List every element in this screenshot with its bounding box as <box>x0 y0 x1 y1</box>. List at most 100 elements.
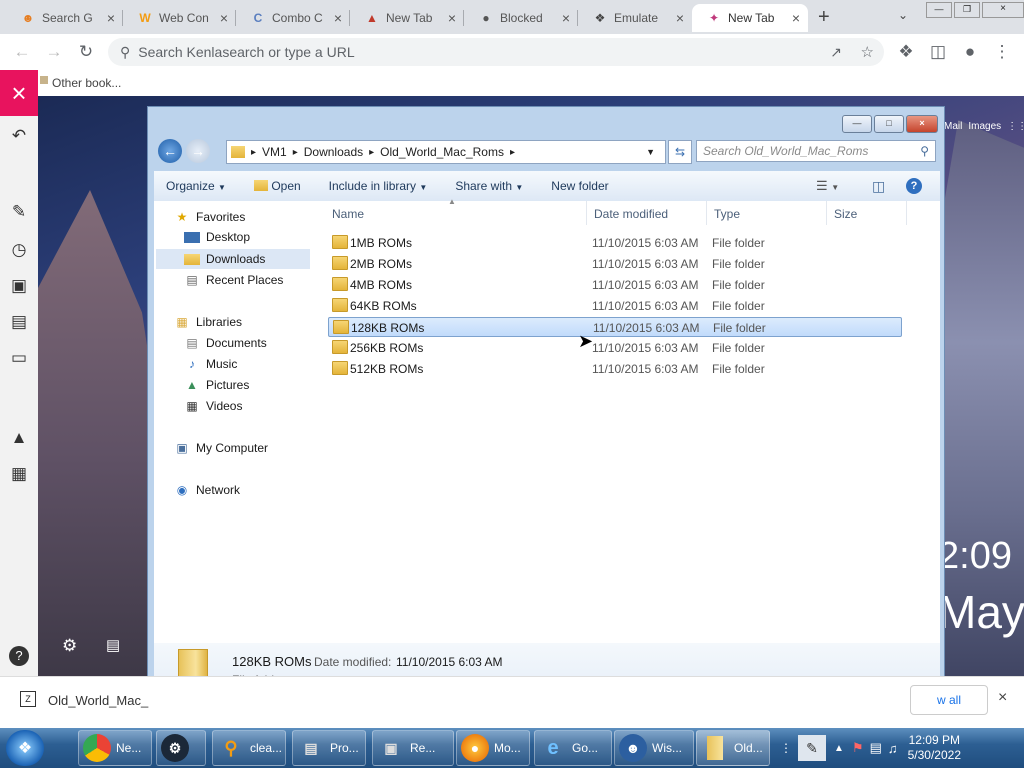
help-icon[interactable]: ? <box>9 646 29 666</box>
taskbar-item[interactable]: ☻ Wis... <box>614 730 694 766</box>
clock-icon[interactable]: ◷ <box>9 240 29 260</box>
film-strip-icon[interactable]: ▦ <box>9 464 29 484</box>
taskbar-item[interactable]: ⚲ clea... <box>212 730 286 766</box>
close-icon[interactable]: × <box>792 10 800 26</box>
settings-gear-icon[interactable]: ⚙ <box>62 636 77 656</box>
star-icon[interactable]: ☆ <box>861 43 874 61</box>
menu-kebab-icon[interactable]: ⋮ <box>992 42 1012 62</box>
taskbar-item[interactable]: ▤ Pro... <box>292 730 366 766</box>
book-icon[interactable]: ▤ <box>9 312 29 332</box>
show-all-button[interactable]: w all <box>910 685 988 715</box>
browser-tab[interactable]: ▲ New Tab × <box>350 4 464 32</box>
back-arrow-icon[interactable]: ← <box>158 139 182 163</box>
nav-my-computer[interactable]: ▣ My Computer <box>174 440 268 456</box>
nav-item-downloads[interactable]: Downloads <box>156 249 310 269</box>
taskbar-item[interactable]: Ne... <box>78 730 152 766</box>
images-link[interactable]: Images <box>968 121 1001 132</box>
breadcrumb-item[interactable]: VM1 <box>262 145 287 159</box>
undo-icon[interactable]: ↶ <box>9 126 29 146</box>
nav-item-recent-places[interactable]: ▤ Recent Places <box>184 272 283 288</box>
new-tab-plus-icon[interactable]: + <box>818 6 830 29</box>
table-row[interactable]: 256KB ROMs 11/10/2015 6:03 AM File folder <box>328 338 902 358</box>
briefcase-icon[interactable]: ▣ <box>9 276 29 296</box>
extensions-puzzle-icon[interactable]: ❖ <box>896 42 916 62</box>
taskbar-item[interactable]: ● Mo... <box>456 730 530 766</box>
table-row[interactable]: 64KB ROMs 11/10/2015 6:03 AM File folder <box>328 296 902 316</box>
share-icon[interactable]: ↗ <box>830 44 842 61</box>
forward-arrow-icon[interactable]: → <box>186 139 210 163</box>
apps-grid-icon[interactable]: ⋮⋮ <box>1007 121 1024 132</box>
show-hidden-icons[interactable]: ▲ <box>834 743 844 754</box>
organize-button[interactable]: Organize ▼ <box>166 179 226 193</box>
forward-arrow-icon[interactable]: → <box>44 42 64 62</box>
close-window-icon[interactable]: × <box>982 2 1024 18</box>
minimize-icon[interactable]: — <box>842 115 872 133</box>
taskbar-item[interactable]: ▣ Re... <box>372 730 454 766</box>
restore-icon[interactable]: ❐ <box>954 2 980 18</box>
browser-tab[interactable]: ● Blocked × <box>464 4 578 32</box>
nav-item-documents[interactable]: ▤ Documents <box>184 335 266 351</box>
side-panel-icon[interactable]: ◫ <box>928 42 948 62</box>
nav-libraries[interactable]: ▦ Libraries <box>174 314 242 330</box>
chevron-down-icon[interactable]: ▼ <box>646 147 655 157</box>
profile-avatar-icon[interactable]: ● <box>960 42 980 62</box>
help-icon[interactable]: ? <box>906 178 922 194</box>
column-divider[interactable] <box>826 201 827 225</box>
view-options-icon[interactable]: ☰ ▼ <box>816 178 839 194</box>
close-icon[interactable]: × <box>562 10 570 26</box>
tray-clock[interactable]: 12:09 PM 5/30/2022 <box>908 733 961 763</box>
maximize-icon[interactable]: □ <box>874 115 904 133</box>
include-in-library-button[interactable]: Include in library ▼ <box>329 179 428 193</box>
close-icon[interactable]: × <box>107 10 115 26</box>
column-header-size[interactable]: Size <box>834 207 857 221</box>
column-divider[interactable] <box>586 201 587 225</box>
chat-icon[interactable]: ▤ <box>106 636 120 654</box>
back-arrow-icon[interactable]: ← <box>12 42 32 62</box>
preview-pane-icon[interactable]: ◫ <box>872 178 885 195</box>
nav-item-music[interactable]: ♪ Music <box>184 356 237 372</box>
table-row[interactable]: 2MB ROMs 11/10/2015 6:03 AM File folder <box>328 254 902 274</box>
close-icon[interactable]: × <box>448 10 456 26</box>
close-icon[interactable]: × <box>998 689 1007 707</box>
table-row[interactable]: 1MB ROMs 11/10/2015 6:03 AM File folder <box>328 233 902 253</box>
start-windows-icon[interactable]: ❖ <box>6 730 44 766</box>
column-header-name[interactable]: Name <box>332 207 364 221</box>
close-icon[interactable]: × <box>676 10 684 26</box>
network-tray-icon[interactable]: ▤ <box>870 740 882 756</box>
brush-icon[interactable]: ✎ <box>9 202 29 222</box>
close-icon[interactable]: × <box>220 10 228 26</box>
pen-tablet-icon[interactable]: ✎ <box>798 735 826 761</box>
other-bookmarks[interactable]: Other book... <box>52 76 121 90</box>
nav-network[interactable]: ◉ Network <box>174 482 240 498</box>
mail-link[interactable]: Mail <box>944 121 962 132</box>
table-row[interactable]: 512KB ROMs 11/10/2015 6:03 AM File folder <box>328 359 902 379</box>
close-window-icon[interactable]: × <box>906 115 938 133</box>
breadcrumb-item[interactable]: Downloads <box>304 145 363 159</box>
new-folder-button[interactable]: New folder <box>551 179 608 193</box>
close-icon[interactable]: × <box>0 70 38 116</box>
nav-item-pictures[interactable]: ▲ Pictures <box>184 377 249 393</box>
taskbar-item[interactable]: e Go... <box>534 730 612 766</box>
breadcrumb[interactable]: ▸ VM1 ▸ Downloads ▸ Old_World_Mac_Roms ▸… <box>226 140 666 164</box>
column-divider[interactable] <box>706 201 707 225</box>
browser-tab[interactable]: ☻ Search G × <box>6 4 123 32</box>
share-with-button[interactable]: Share with ▼ <box>455 179 523 193</box>
breadcrumb-item[interactable]: Old_World_Mac_Roms <box>380 145 504 159</box>
column-header-date[interactable]: Date modified <box>594 207 668 221</box>
reload-icon[interactable]: ↻ <box>76 42 96 62</box>
browser-tab-active[interactable]: ✦ New Tab × <box>692 4 808 32</box>
nav-item-desktop[interactable]: Desktop <box>184 230 250 244</box>
nav-favorites[interactable]: ★ Favorites <box>174 209 246 225</box>
download-item[interactable]: Old_World_Mac_ <box>48 693 148 708</box>
browser-tab[interactable]: ❖ Emulate × <box>578 4 692 32</box>
open-button[interactable]: Open <box>253 179 301 193</box>
image-icon[interactable]: ▲ <box>9 428 29 448</box>
refresh-icon[interactable]: ⇆ <box>668 140 692 164</box>
table-row[interactable]: 4MB ROMs 11/10/2015 6:03 AM File folder <box>328 275 902 295</box>
column-divider[interactable] <box>906 201 907 225</box>
table-row-selected[interactable]: 128KB ROMs 11/10/2015 6:03 AM File folder <box>328 317 902 337</box>
taskbar-item[interactable]: ⚙ <box>156 730 206 766</box>
search-input[interactable]: Search Old_World_Mac_Roms ⚲ <box>696 140 936 162</box>
browser-tab[interactable]: C Combo C × <box>236 4 350 32</box>
address-bar[interactable]: ⚲ Search Kenlasearch or type a URL ↗ ☆ <box>108 38 884 66</box>
